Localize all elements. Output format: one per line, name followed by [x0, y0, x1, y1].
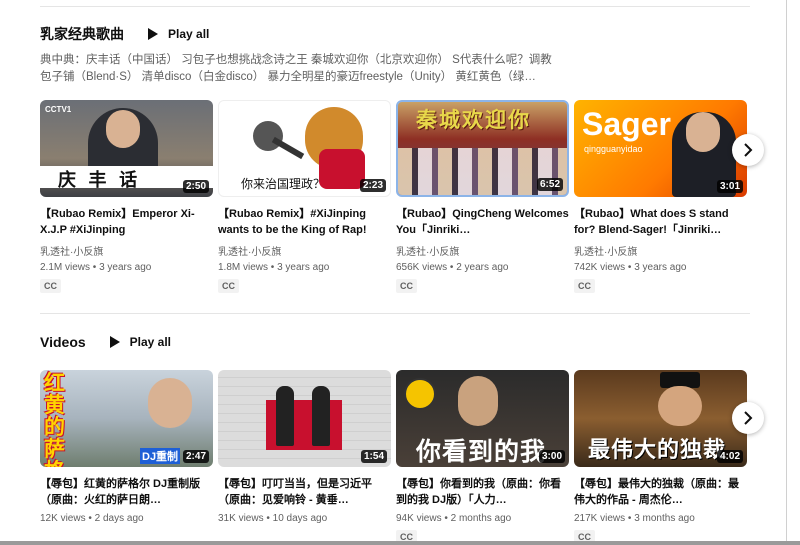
video-meta: 12K views • 2 days ago [40, 513, 144, 524]
view-count: 656K views [396, 262, 448, 273]
upload-age: 3 years ago [634, 262, 687, 273]
video-row: 红黄的萨格尔 DJ重制 2:47 【辱包】红黄的萨格尔 DJ重制版（原曲：火红的… [40, 370, 747, 545]
upload-age: 3 years ago [277, 262, 330, 273]
channel-name[interactable]: 乳透社·小反旗 [574, 243, 747, 258]
video-card[interactable]: 你来治国理政？ 2:23 【Rubao Remix】#XiJinping wan… [218, 100, 391, 294]
scrollbar-edge [786, 0, 787, 545]
view-count: 1.8M views [218, 262, 269, 273]
thumb-caption: 秦城欢迎你 [416, 107, 531, 132]
play-all-button[interactable]: Play all [109, 335, 172, 349]
next-button[interactable] [732, 134, 764, 166]
channel-name[interactable]: 乳透社·小反旗 [40, 243, 213, 258]
video-thumbnail[interactable]: 最伟大的独裁 4:02 [574, 370, 747, 467]
video-meta: 217K views • 3 months ago [574, 513, 695, 524]
section-divider [40, 313, 750, 314]
play-icon [148, 28, 158, 40]
video-meta: 2.1M views • 3 years ago [40, 262, 152, 273]
video-card[interactable]: 最伟大的独裁 4:02 【辱包】最伟大的独裁（原曲：最伟大的作品 - 周杰伦… … [574, 370, 747, 545]
video-title[interactable]: 【Rubao】QingCheng Welcomes You「Jinriki… [396, 206, 569, 238]
section-description: 典中典：庆丰话（中国话） 习包子也想挑战念诗之王 秦城欢迎你（北京欢迎你） S代… [40, 54, 552, 83]
next-button[interactable] [732, 402, 764, 434]
video-card[interactable]: 你看到的我 3:00 【辱包】你看到的我（原曲：你看到的我 DJ版）「人力… 9… [396, 370, 569, 545]
view-count: 94K views [396, 513, 442, 524]
upload-age: 2 years ago [456, 262, 509, 273]
video-thumbnail[interactable]: 你看到的我 3:00 [396, 370, 569, 467]
section-title[interactable]: Videos [40, 334, 86, 350]
duration-badge: 4:02 [716, 450, 743, 463]
duration-badge: 2:50 [182, 180, 209, 193]
duration-badge: 6:52 [536, 178, 563, 191]
upload-age: 3 months ago [634, 513, 695, 524]
thumb-caption: 你来治国理政？ [241, 177, 326, 191]
thumb-caption: 你看到的我 [416, 437, 547, 466]
thumb-subcaption: qingguanyidao [584, 144, 643, 154]
view-count: 742K views [574, 262, 626, 273]
cc-badge: CC [574, 279, 595, 293]
thumb-logo: CCTV1 [45, 105, 72, 114]
duration-badge: 2:23 [359, 179, 386, 192]
duration-badge: 3:01 [716, 180, 743, 193]
view-count: 31K views [218, 513, 264, 524]
view-count: 217K views [574, 513, 626, 524]
view-count: 2.1M views [40, 262, 91, 273]
video-title[interactable]: 【辱包】红黄的萨格尔 DJ重制版（原曲：火红的萨日朗… [40, 476, 213, 508]
upload-age: 2 months ago [450, 513, 512, 524]
duration-badge: 3:00 [538, 450, 565, 463]
view-count: 12K views [40, 513, 86, 524]
window-bottom-edge [0, 541, 800, 545]
video-title[interactable]: 【辱包】最伟大的独裁（原曲：最伟大的作品 - 周杰伦… [574, 476, 747, 508]
play-all-label: Play all [129, 335, 172, 349]
video-row: CCTV1 庆 丰 话 2:50 【Rubao Remix】Emperor Xi… [40, 100, 747, 294]
thumb-caption: 庆 丰 话 [58, 170, 138, 191]
video-meta: 1.8M views • 3 years ago [218, 262, 330, 273]
video-thumbnail[interactable]: 秦城欢迎你 6:52 [396, 100, 569, 197]
video-title[interactable]: 【辱包】你看到的我（原曲：你看到的我 DJ版）「人力… [396, 476, 569, 508]
video-thumbnail[interactable]: 1:54 [218, 370, 391, 467]
channel-name[interactable]: 乳透社·小反旗 [396, 243, 569, 258]
play-all-label: Play all [168, 27, 210, 41]
play-all-button[interactable]: Play all [148, 27, 209, 41]
upload-age: 3 years ago [99, 262, 152, 273]
chevron-right-icon [744, 143, 753, 157]
top-divider [40, 6, 750, 7]
thumb-caption: Sager [582, 106, 671, 142]
video-title[interactable]: 【Rubao】What does S stand for? Blend-Sage… [574, 206, 747, 238]
cc-badge: CC [40, 279, 61, 293]
thumb-caption: 红黄的萨格尔 [44, 370, 65, 468]
video-title[interactable]: 【Rubao Remix】#XiJinping wants to be the … [218, 206, 391, 238]
section-header: 乳家经典歌曲 Play all [40, 22, 750, 46]
upload-age: 2 days ago [94, 513, 144, 524]
videos-section: Videos Play all 红黄的萨格尔 DJ重制 2:47 【辱包】红黄的… [40, 330, 764, 544]
playlist-section: 乳家经典歌曲 Play all 典中典：庆丰话（中国话） 习包子也想挑战念诗之王… [40, 22, 764, 293]
cc-badge: CC [396, 279, 417, 293]
thumb-caption: 最伟大的独裁 [588, 437, 727, 463]
video-card[interactable]: 秦城欢迎你 6:52 【Rubao】QingCheng Welcomes You… [396, 100, 569, 294]
video-thumbnail[interactable]: 红黄的萨格尔 DJ重制 2:47 [40, 370, 213, 467]
thumb-subcaption: DJ重制 [140, 448, 181, 464]
video-thumbnail[interactable]: CCTV1 庆 丰 话 2:50 [40, 100, 213, 197]
video-card[interactable]: 1:54 【辱包】叮叮当当，但是习近平（原曲：见爱响铃 - 黄垂… 31K vi… [218, 370, 391, 545]
video-meta: 31K views • 10 days ago [218, 513, 328, 524]
video-card[interactable]: Sager qingguanyidao 3:01 【Rubao】What doe… [574, 100, 747, 294]
section-title[interactable]: 乳家经典歌曲 [40, 24, 124, 44]
video-meta: 742K views • 3 years ago [574, 262, 687, 273]
cc-badge: CC [218, 279, 239, 293]
video-title[interactable]: 【Rubao Remix】Emperor Xi-X.J.P #XiJinping [40, 206, 213, 238]
chevron-right-icon [744, 411, 753, 425]
smiley-icon [404, 378, 436, 410]
video-card[interactable]: 红黄的萨格尔 DJ重制 2:47 【辱包】红黄的萨格尔 DJ重制版（原曲：火红的… [40, 370, 213, 545]
channel-name[interactable]: 乳透社·小反旗 [218, 243, 391, 258]
video-thumbnail[interactable]: Sager qingguanyidao 3:01 [574, 100, 747, 197]
video-card[interactable]: CCTV1 庆 丰 话 2:50 【Rubao Remix】Emperor Xi… [40, 100, 213, 294]
upload-age: 10 days ago [272, 513, 328, 524]
video-meta: 94K views • 2 months ago [396, 513, 512, 524]
section-header: Videos Play all [40, 330, 750, 354]
video-title[interactable]: 【辱包】叮叮当当，但是习近平（原曲：见爱响铃 - 黄垂… [218, 476, 391, 508]
duration-badge: 2:47 [182, 450, 209, 463]
video-thumbnail[interactable]: 你来治国理政？ 2:23 [218, 100, 391, 197]
video-meta: 656K views • 2 years ago [396, 262, 509, 273]
duration-badge: 1:54 [360, 450, 387, 463]
play-icon [109, 336, 120, 348]
